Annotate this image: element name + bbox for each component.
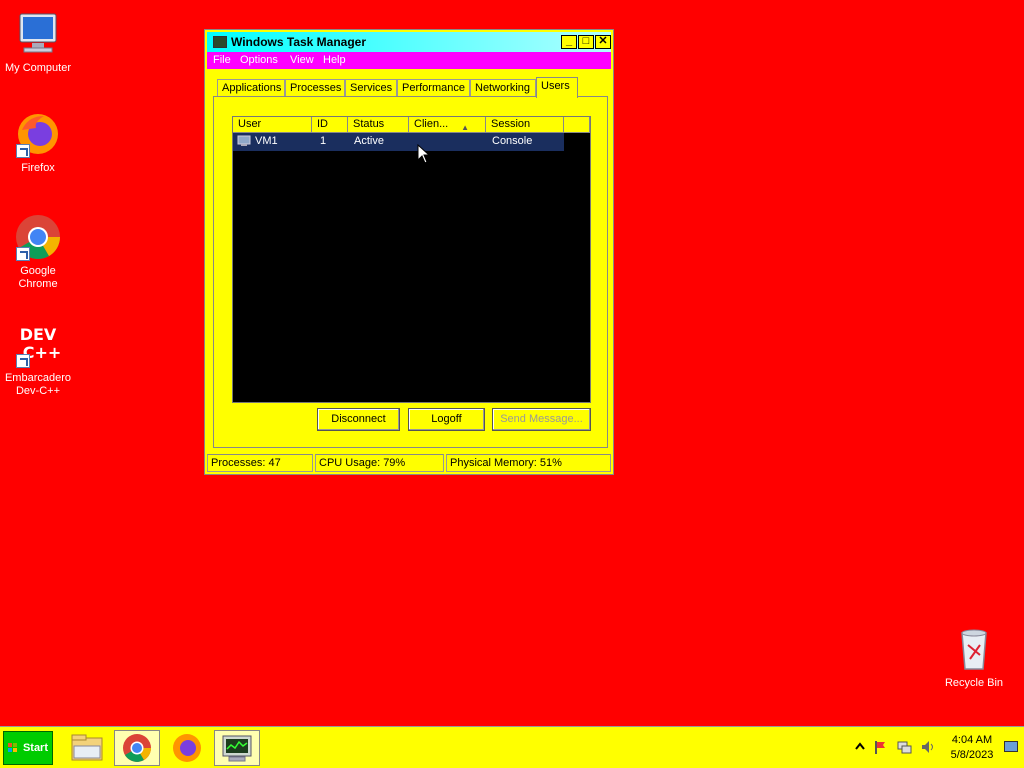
start-label: Start bbox=[22, 742, 48, 754]
desktop-icon-devcpp[interactable]: DEV C++ Embarcadero Dev-C++ bbox=[0, 320, 76, 398]
tab-performance[interactable]: Performance bbox=[397, 79, 470, 97]
network-icon[interactable] bbox=[896, 739, 912, 755]
cell-session: Console bbox=[492, 135, 533, 147]
desktop-icon-label: Google Chrome bbox=[18, 265, 58, 290]
table-row[interactable]: VM1 1 Active Console bbox=[233, 133, 564, 151]
taskbar: Start 4:04 AM 5/8/2023 bbox=[0, 726, 1024, 768]
menu-help[interactable]: Help bbox=[323, 54, 346, 66]
users-panel: User ID Status Clien... ▲ Session VM1 1 … bbox=[213, 96, 608, 448]
cell-user: VM1 bbox=[255, 135, 278, 147]
desktop-icon-recycle-bin[interactable]: Recycle Bin bbox=[936, 625, 1012, 690]
close-button[interactable]: ✕ bbox=[595, 35, 611, 49]
firefox-icon bbox=[14, 110, 62, 158]
tab-applications[interactable]: Applications bbox=[217, 79, 285, 97]
desktop-icon-my-computer[interactable]: My Computer bbox=[0, 10, 76, 75]
task-manager-icon bbox=[222, 735, 252, 762]
user-session-icon bbox=[237, 135, 251, 147]
status-memory: Physical Memory: 51% bbox=[446, 454, 611, 472]
show-desktop-icon[interactable] bbox=[1004, 741, 1018, 752]
cell-status: Active bbox=[354, 135, 384, 147]
status-bar: Processes: 47 CPU Usage: 79% Physical Me… bbox=[207, 454, 611, 472]
title-bar[interactable]: Windows Task Manager _ □ ✕ bbox=[207, 32, 611, 52]
shortcut-arrow-icon bbox=[16, 247, 30, 261]
cell-id: 1 bbox=[320, 135, 327, 147]
start-button[interactable]: Start bbox=[3, 731, 53, 765]
devcpp-icon: DEV C++ bbox=[14, 320, 62, 368]
users-list[interactable]: User ID Status Clien... ▲ Session VM1 1 … bbox=[232, 116, 591, 403]
file-explorer-icon bbox=[71, 734, 103, 761]
disconnect-button[interactable]: Disconnect bbox=[317, 408, 400, 431]
maximize-button[interactable]: □ bbox=[578, 35, 594, 49]
taskbar-chrome[interactable] bbox=[114, 730, 160, 766]
column-status[interactable]: Status bbox=[348, 117, 409, 133]
svg-text:DEV: DEV bbox=[20, 325, 57, 344]
desktop-icon-firefox[interactable]: Firefox bbox=[0, 110, 76, 175]
desktop-icon-label: My Computer bbox=[4, 62, 72, 74]
minimize-button[interactable]: _ bbox=[561, 35, 577, 49]
taskbar-task-manager[interactable] bbox=[214, 730, 260, 766]
status-processes: Processes: 47 bbox=[207, 454, 313, 472]
tab-users[interactable]: Users bbox=[536, 77, 578, 98]
list-header: User ID Status Clien... ▲ Session bbox=[233, 117, 590, 133]
desktop-icon-chrome[interactable]: Google Chrome bbox=[0, 213, 76, 291]
status-cpu: CPU Usage: 79% bbox=[315, 454, 444, 472]
logoff-button[interactable]: Logoff bbox=[408, 408, 485, 431]
chrome-icon bbox=[14, 213, 62, 261]
clock[interactable]: 4:04 AM 5/8/2023 bbox=[940, 733, 1004, 763]
show-hidden-icons-icon[interactable] bbox=[852, 739, 868, 755]
task-manager-window[interactable]: Windows Task Manager _ □ ✕ File Options … bbox=[204, 29, 614, 475]
taskbar-firefox[interactable] bbox=[164, 730, 210, 766]
window-title: Windows Task Manager bbox=[231, 35, 367, 49]
column-spacer bbox=[564, 117, 590, 133]
menu-bar: File Options View Help bbox=[207, 52, 611, 69]
menu-view[interactable]: View bbox=[290, 54, 314, 66]
clock-date: 5/8/2023 bbox=[950, 749, 994, 761]
column-user[interactable]: User bbox=[233, 117, 312, 133]
chrome-icon bbox=[123, 734, 151, 762]
shortcut-arrow-icon bbox=[16, 354, 30, 368]
action-center-flag-icon[interactable] bbox=[872, 739, 888, 755]
computer-icon bbox=[14, 10, 62, 58]
tab-networking[interactable]: Networking bbox=[470, 79, 536, 97]
shortcut-arrow-icon bbox=[16, 144, 30, 158]
recycle-bin-icon bbox=[950, 625, 998, 673]
column-id[interactable]: ID bbox=[312, 117, 348, 133]
desktop-icon-label: Firefox bbox=[21, 162, 55, 174]
menu-file[interactable]: File bbox=[213, 54, 231, 66]
column-client-label: Clien... bbox=[414, 118, 449, 130]
firefox-icon bbox=[173, 734, 201, 762]
volume-icon[interactable] bbox=[920, 739, 936, 755]
mouse-cursor-icon bbox=[417, 144, 429, 164]
desktop-icon-label: Embarcadero Dev-C++ bbox=[4, 372, 72, 397]
windows-logo-icon bbox=[8, 743, 17, 752]
tab-services[interactable]: Services bbox=[345, 79, 397, 97]
task-manager-icon bbox=[213, 36, 227, 48]
send-message-button[interactable]: Send Message... bbox=[492, 408, 591, 431]
desktop-icon-label: Recycle Bin bbox=[944, 677, 1004, 689]
tab-processes[interactable]: Processes bbox=[285, 79, 345, 97]
column-session[interactable]: Session bbox=[486, 117, 564, 133]
taskbar-file-explorer[interactable] bbox=[64, 730, 110, 766]
column-client[interactable]: Clien... ▲ bbox=[409, 117, 486, 133]
clock-time: 4:04 AM bbox=[951, 734, 993, 746]
menu-options[interactable]: Options bbox=[240, 54, 278, 66]
